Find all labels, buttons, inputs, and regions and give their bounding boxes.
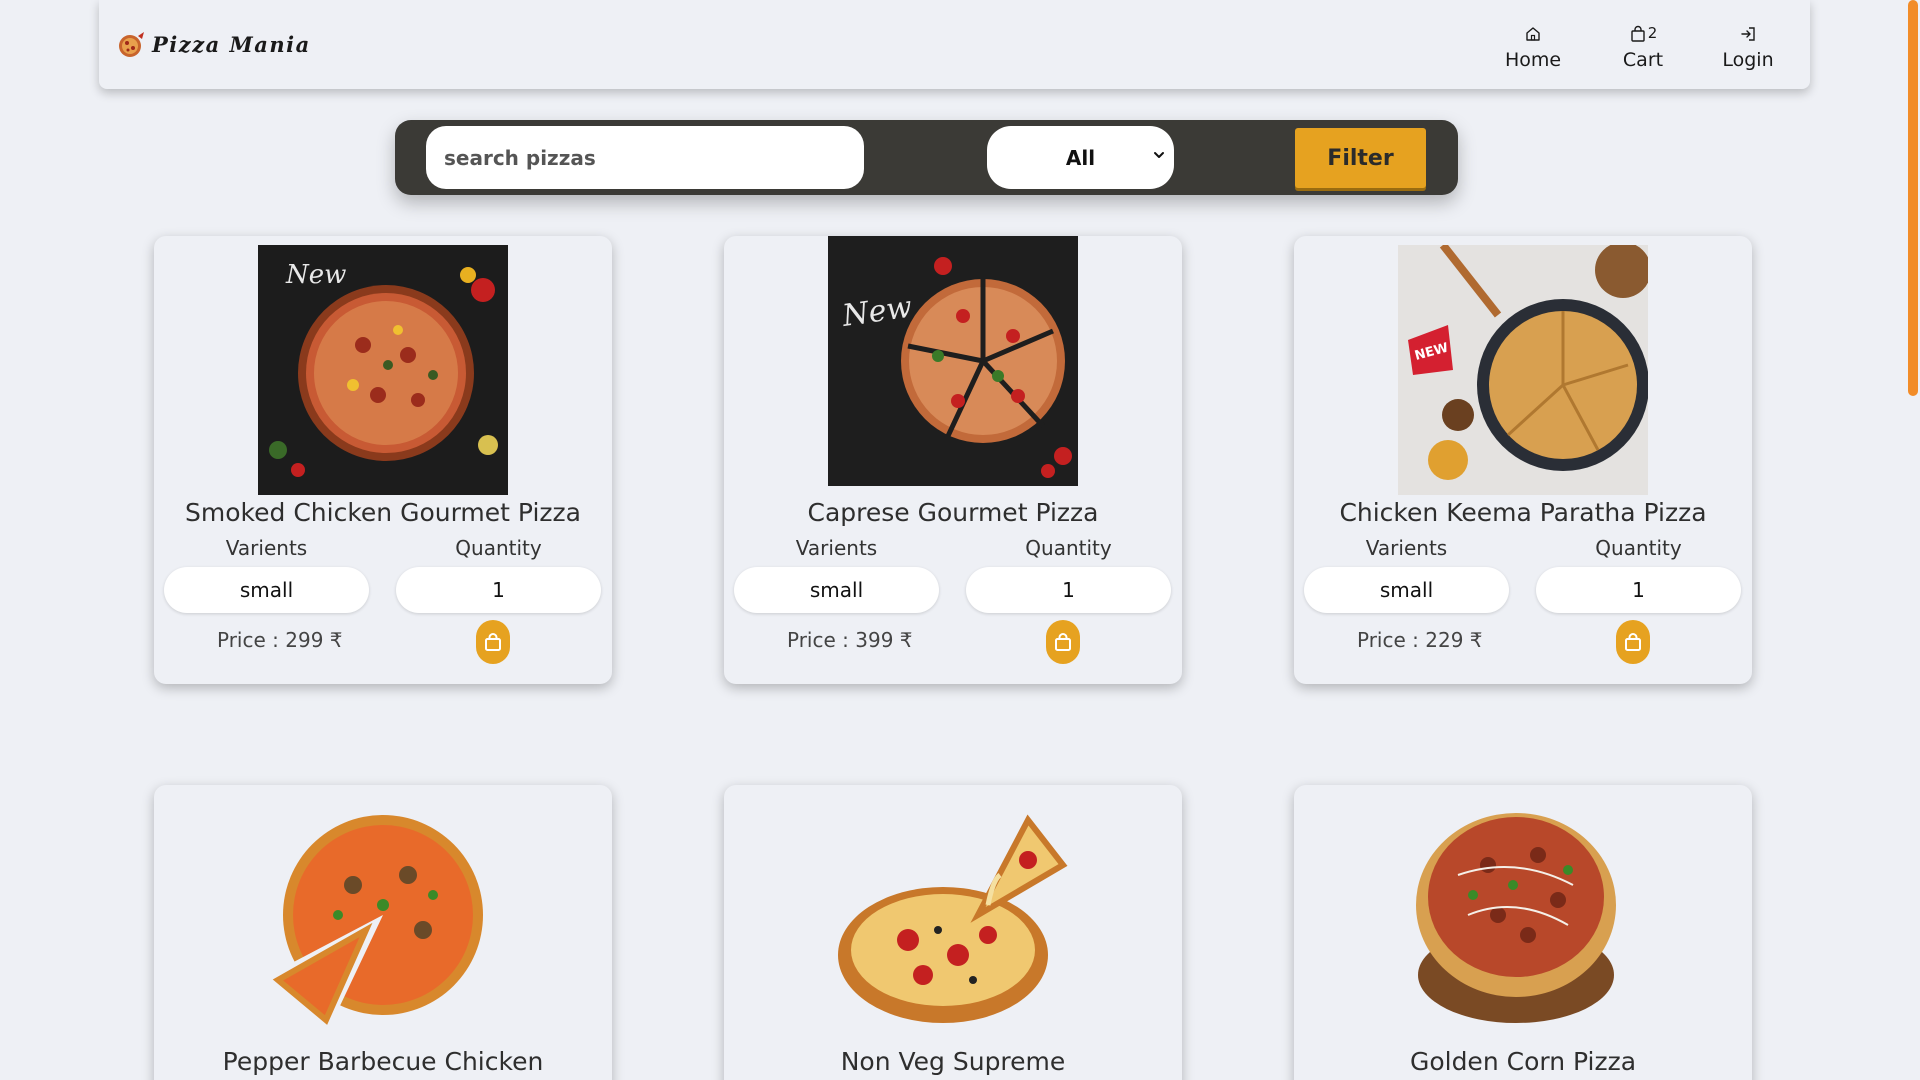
quantity-select[interactable]: 1 [966, 567, 1171, 613]
brand-name: Pizza Mania [152, 32, 311, 57]
variant-select[interactable]: small [164, 567, 369, 613]
pizza-name: Smoked Chicken Gourmet Pizza [185, 498, 581, 527]
shopping-bag-icon [485, 633, 501, 651]
nav-login[interactable]: Login [1698, 0, 1798, 89]
pizza-card: Golden Corn Pizza [1294, 785, 1752, 1080]
quantity-select[interactable]: 1 [396, 567, 601, 613]
price-text: Price : 229 ₹ [1357, 628, 1483, 652]
nav-login-label: Login [1722, 48, 1774, 71]
variants-label: Varients [1365, 536, 1448, 560]
quantity-label: Quantity [455, 536, 542, 560]
home-icon [1526, 26, 1540, 41]
variant-select[interactable]: small [1304, 567, 1509, 613]
pizza-name: Pepper Barbecue Chicken [222, 1047, 544, 1076]
filter-button[interactable]: Filter [1295, 128, 1426, 188]
brand[interactable]: Pizza Mania [116, 30, 311, 60]
pizza-image[interactable]: New [828, 236, 1078, 486]
pizza-name: Non Veg Supreme [840, 1047, 1066, 1076]
cart-count-badge: 2 [1647, 23, 1658, 42]
nav-cart[interactable]: 2 Cart [1588, 0, 1698, 89]
shopping-bag-icon [1631, 25, 1645, 42]
pizza-card: New Smoked Chicken Gourmet Pizza Varient… [154, 236, 612, 684]
pizza-image[interactable] [258, 805, 508, 1035]
svg-text:New: New [285, 260, 346, 290]
variants-label: Varients [795, 536, 878, 560]
quantity-label: Quantity [1025, 536, 1112, 560]
add-to-cart-button[interactable] [1046, 620, 1080, 664]
login-icon [1741, 26, 1755, 41]
pizza-name: Chicken Keema Paratha Pizza [1339, 498, 1707, 527]
nav-home-label: Home [1504, 48, 1562, 71]
add-to-cart-button[interactable] [476, 620, 510, 664]
category-select-value: All [1065, 145, 1096, 170]
price-text: Price : 299 ₹ [217, 628, 343, 652]
quantity-select[interactable]: 1 [1536, 567, 1741, 613]
chevron-down-icon [1154, 152, 1164, 158]
pizza-card: Non Veg Supreme [724, 785, 1182, 1080]
quantity-label: Quantity [1595, 536, 1682, 560]
scrollbar-thumb[interactable] [1908, 0, 1918, 396]
pizza-card: NEW Chicken Keema Paratha Pizza Varients… [1294, 236, 1752, 684]
pizza-name: Golden Corn Pizza [1409, 1047, 1637, 1076]
add-to-cart-button[interactable] [1616, 620, 1650, 664]
category-select[interactable]: All [987, 126, 1174, 189]
pizza-image[interactable] [828, 805, 1078, 1035]
price-text: Price : 399 ₹ [787, 628, 913, 652]
filter-bar: All Filter [395, 120, 1458, 195]
page-scrollbar[interactable] [1906, 0, 1920, 1080]
search-input[interactable] [426, 126, 864, 189]
pizza-card: Pepper Barbecue Chicken [154, 785, 612, 1080]
shopping-bag-icon [1055, 633, 1071, 651]
pizza-logo-icon [119, 31, 144, 57]
pizza-image[interactable]: New [258, 245, 508, 495]
pizza-image[interactable]: NEW [1398, 245, 1648, 495]
pizza-name: Caprese Gourmet Pizza [807, 498, 1099, 527]
shopping-bag-icon [1625, 633, 1641, 651]
nav-home[interactable]: Home [1478, 0, 1588, 89]
pizza-card: New Caprese Gourmet Pizza Varients Quant… [724, 236, 1182, 684]
nav-cart-label: Cart [1622, 48, 1664, 71]
variant-select[interactable]: small [734, 567, 939, 613]
variants-label: Varients [225, 536, 308, 560]
navbar: Pizza Mania Home 2 Cart Login [99, 0, 1810, 89]
nav-links: Home 2 Cart Login [1478, 0, 1798, 89]
pizza-image[interactable] [1398, 795, 1648, 1035]
